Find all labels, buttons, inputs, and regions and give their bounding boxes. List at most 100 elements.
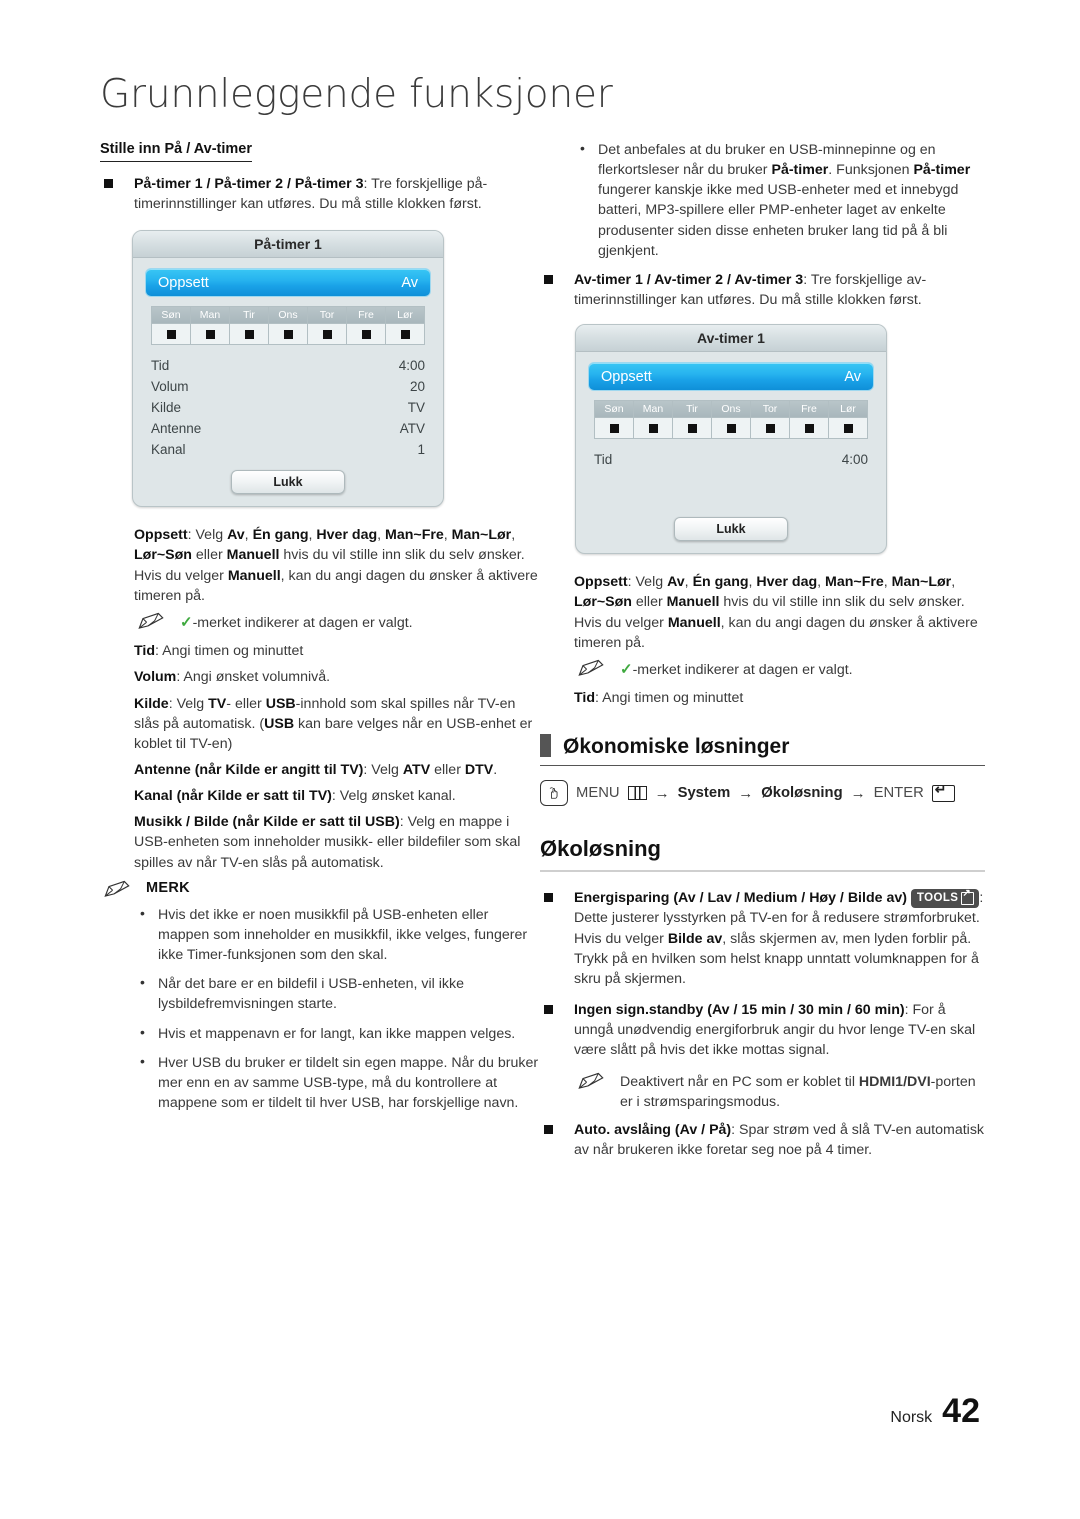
t: . [493, 762, 498, 779]
pencil-note-icon [578, 659, 604, 676]
left-kanal: Kanal (når Kilde er satt til TV): Velg ø… [134, 786, 540, 806]
square-bullet-icon [544, 1005, 553, 1015]
av-timer-item: Av-timer 1 / Av-timer 2 / Av-timer 3: Tr… [540, 270, 985, 310]
osd-row-antenne-value: ATV [399, 421, 425, 437]
opt-man-lor: Man~Lør [451, 527, 512, 544]
day-mark-icon [283, 329, 293, 339]
osd-row-tid[interactable]: Tid 4:00 [145, 355, 431, 376]
opt-av: Av [667, 574, 685, 591]
left-tid-bold: Tid [134, 643, 156, 660]
t: . Funksjonen [828, 162, 914, 179]
opt-atv: ATV [402, 762, 431, 779]
osd-row-tid-label: Tid [151, 358, 170, 374]
day-cell-son[interactable] [595, 418, 634, 439]
right-check-note: ✓-merket indikerer at dagen er valgt. [574, 659, 985, 680]
t: , [951, 574, 956, 591]
t: : Velg [363, 762, 403, 779]
opt-bilde-av: Bilde av [667, 930, 723, 947]
day-cell-tor[interactable] [751, 418, 790, 439]
osd-row-tid-label: Tid [594, 452, 613, 468]
t: , [817, 574, 826, 591]
left-antenne-bold: Antenne (når Kilde er angitt til TV) [134, 762, 364, 779]
list-item: Hvis et mappenavn er for langt, kan ikke… [136, 1023, 540, 1044]
square-bullet-icon [104, 179, 113, 188]
opt-lor-son: Lør~Søn [134, 547, 192, 564]
osd-av-setup-row[interactable]: Oppsett Av [588, 362, 874, 392]
osd-av-setup-label: Oppsett [601, 368, 652, 385]
square-bullet-icon [544, 1124, 553, 1134]
day-cell-tor[interactable] [308, 324, 347, 345]
opt-usb: USB [265, 695, 296, 712]
day-header-man: Man [634, 401, 673, 419]
day-cell-man[interactable] [634, 418, 673, 439]
osd-row-volum[interactable]: Volum 20 [145, 376, 431, 397]
osd-row-antenne[interactable]: Antenne ATV [145, 418, 431, 439]
day-mark-icon [205, 329, 215, 339]
osd-row-tid[interactable]: Tid 4:00 [588, 449, 874, 470]
day-header-son: Søn [152, 307, 191, 325]
left-check-note: ✓-merket indikerer at dagen er valgt. [134, 612, 540, 633]
pencil-note-icon [578, 1072, 604, 1089]
right-oppsett-paragraph: Oppsett: Velg Av, Én gang, Hver dag, Man… [574, 572, 985, 653]
opt-manuell: Manuell [666, 594, 720, 611]
t: : Velg [627, 574, 668, 591]
day-cell-tir[interactable] [673, 418, 712, 439]
day-cell-fre[interactable] [790, 418, 829, 439]
left-musikk: Musikk / Bilde (når Kilde er satt til US… [134, 812, 540, 872]
day-header-ons: Ons [712, 401, 751, 419]
osd-av-timer: Av-timer 1 Oppsett Av Søn Man Tir Ons To… [575, 324, 887, 555]
right-tid-rest: : Angi timen og minuttet [595, 690, 744, 707]
day-cell-man[interactable] [191, 324, 230, 345]
opt-dtv: DTV [464, 762, 494, 779]
opt-lor-son: Lør~Søn [574, 594, 632, 611]
t: - eller [226, 695, 266, 712]
day-header-fre: Fre [347, 307, 386, 325]
day-cell-fre[interactable] [347, 324, 386, 345]
day-mark-icon [166, 329, 176, 339]
opt-man-fre: Man~Fre [825, 574, 884, 591]
osd-row-kanal[interactable]: Kanal 1 [145, 439, 431, 460]
t: , [511, 527, 516, 544]
osd-av-close-button[interactable]: Lukk [674, 517, 788, 542]
menu-okolosning: Økoløsning [761, 785, 843, 802]
left-volum-rest: : Angi ønsket volumnivå. [176, 669, 331, 686]
day-cell-ons[interactable] [712, 418, 751, 439]
osd-av-body: Oppsett Av Søn Man Tir Ons Tor Fre Lør T… [576, 352, 886, 553]
pencil-note-icon [104, 880, 130, 897]
left-oppsett-paragraph: Oppsett: Velg Av, Én gang, Hver dag, Man… [134, 525, 540, 606]
osd-pa-close-button[interactable]: Lukk [231, 470, 345, 495]
section-heading-okonomiske: Økonomiske løsninger [540, 734, 985, 767]
day-cell-tir[interactable] [230, 324, 269, 345]
osd-row-tid-value: 4:00 [398, 358, 425, 374]
osd-pa-setup-label: Oppsett [158, 274, 209, 291]
square-bullet-icon [544, 893, 553, 903]
osd-row-kilde[interactable]: Kilde TV [145, 397, 431, 418]
t: Deaktivert når en PC som er koblet til [620, 1073, 859, 1090]
osd-row-kanal-value: 1 [417, 442, 425, 458]
day-mark-icon [804, 423, 814, 433]
day-cell-son[interactable] [152, 324, 191, 345]
osd-pa-setup-row[interactable]: Oppsett Av [145, 268, 431, 298]
left-volum-bold: Volum [134, 669, 177, 686]
footer-page-number: 42 [942, 1392, 980, 1430]
opt-man-lor: Man~Lør [891, 574, 952, 591]
opt-manuell-2: Manuell [227, 567, 281, 584]
osd-av-day-grid: Søn Man Tir Ons Tor Fre Lør [594, 400, 868, 440]
green-check-icon: ✓ [620, 660, 633, 678]
opt-hver-dag: Hver dag [316, 527, 378, 544]
day-cell-lor[interactable] [829, 418, 868, 439]
right-check-note-text: -merket indikerer at dagen er valgt. [632, 661, 853, 678]
left-kilde-bold: Kilde [134, 695, 169, 712]
page-title: Grunnleggende funksjoner [100, 72, 613, 117]
opt-pa-timer: På-timer [771, 162, 829, 179]
osd-pa-timer: På-timer 1 Oppsett Av Søn Man Tir Ons To… [132, 230, 444, 508]
arrow-1: → [654, 784, 670, 802]
hand-press-icon [549, 787, 557, 799]
day-cell-ons[interactable] [269, 324, 308, 345]
left-check-note-text: -merket indikerer at dagen er valgt. [192, 614, 413, 631]
day-cell-lor[interactable] [386, 324, 425, 345]
osd-pa-body: Oppsett Av Søn Man Tir Ons Tor Fre Lør T… [133, 258, 443, 506]
day-header-fre: Fre [790, 401, 829, 419]
left-merk-row: MERK [100, 879, 540, 897]
day-header-lor: Lør [829, 401, 868, 419]
